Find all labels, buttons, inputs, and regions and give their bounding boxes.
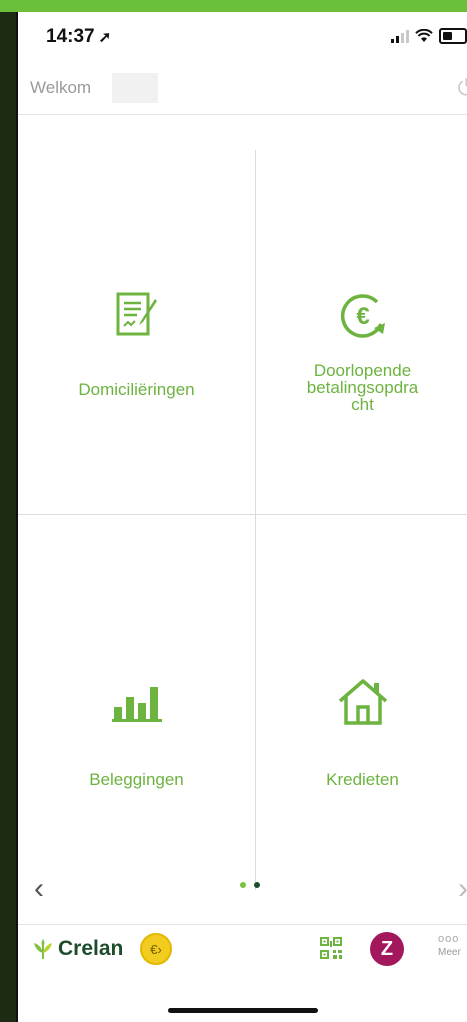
status-bar: 14:37 ➚: [18, 12, 467, 62]
home-indicator[interactable]: [168, 1008, 318, 1013]
wheat-icon: [34, 939, 52, 959]
document-signature-icon: [116, 292, 157, 336]
user-name-placeholder: [112, 73, 158, 103]
tile-domicilieringen[interactable]: Domiciliëringen: [18, 115, 255, 514]
qr-code-icon[interactable]: [320, 937, 342, 959]
tile-beleggingen[interactable]: Beleggingen: [18, 515, 255, 875]
tile-grid: Domiciliëringen € Doorlopende betalingso…: [18, 115, 467, 890]
battery-icon: [439, 28, 467, 44]
phone-screen: 14:37➚ Welkom ⏻: [16, 12, 467, 1022]
welcome-text: Welkom: [30, 78, 92, 97]
tile-label: Domiciliëringen: [78, 380, 195, 399]
app-header: Welkom ⏻: [18, 64, 467, 115]
page-dot-1[interactable]: [240, 882, 246, 888]
logo-text: Crelan: [58, 937, 124, 960]
crelan-logo[interactable]: Crelan: [32, 937, 123, 961]
tile-kredieten[interactable]: Kredieten: [256, 515, 467, 875]
background-edge: [0, 12, 16, 1022]
tile-label-line-3: cht: [351, 395, 374, 414]
svg-text:€: €: [356, 303, 369, 330]
tile-label: Beleggingen: [89, 770, 184, 789]
more-dots-icon: ooo: [438, 933, 460, 945]
time-text: 14:37: [46, 26, 95, 47]
tile-label: Doorlopende betalingsopdra cht: [256, 362, 467, 413]
bar-chart-icon: [111, 687, 162, 722]
more-label: Meer: [438, 947, 461, 958]
tile-label: Kredieten: [326, 770, 399, 789]
tile-label-line-2: betalingsopdra: [306, 378, 419, 397]
location-icon: ➚: [98, 29, 112, 46]
signal-icon: [391, 29, 409, 43]
house-icon: [338, 679, 387, 725]
page-indicator: [240, 882, 260, 888]
euro-recurring-icon: €: [340, 294, 385, 338]
wifi-icon: [415, 29, 433, 42]
more-menu[interactable]: ooo Meer: [438, 933, 467, 958]
page-dot-2[interactable]: [254, 882, 260, 888]
euro-transfer-button[interactable]: €›: [140, 933, 172, 965]
tile-doorlopende-betalingsopdracht[interactable]: € Doorlopende betalingsopdra cht: [256, 115, 467, 514]
logout-power-icon[interactable]: ⏻: [458, 75, 467, 101]
status-icons: [391, 28, 467, 44]
zoomit-button[interactable]: Z: [370, 932, 404, 966]
status-time: 14:37 ➚: [46, 26, 111, 48]
tile-label-line-1: Doorlopende: [313, 361, 412, 380]
chevron-left-icon[interactable]: ‹: [34, 872, 44, 906]
chevron-right-icon[interactable]: ›: [458, 872, 467, 906]
